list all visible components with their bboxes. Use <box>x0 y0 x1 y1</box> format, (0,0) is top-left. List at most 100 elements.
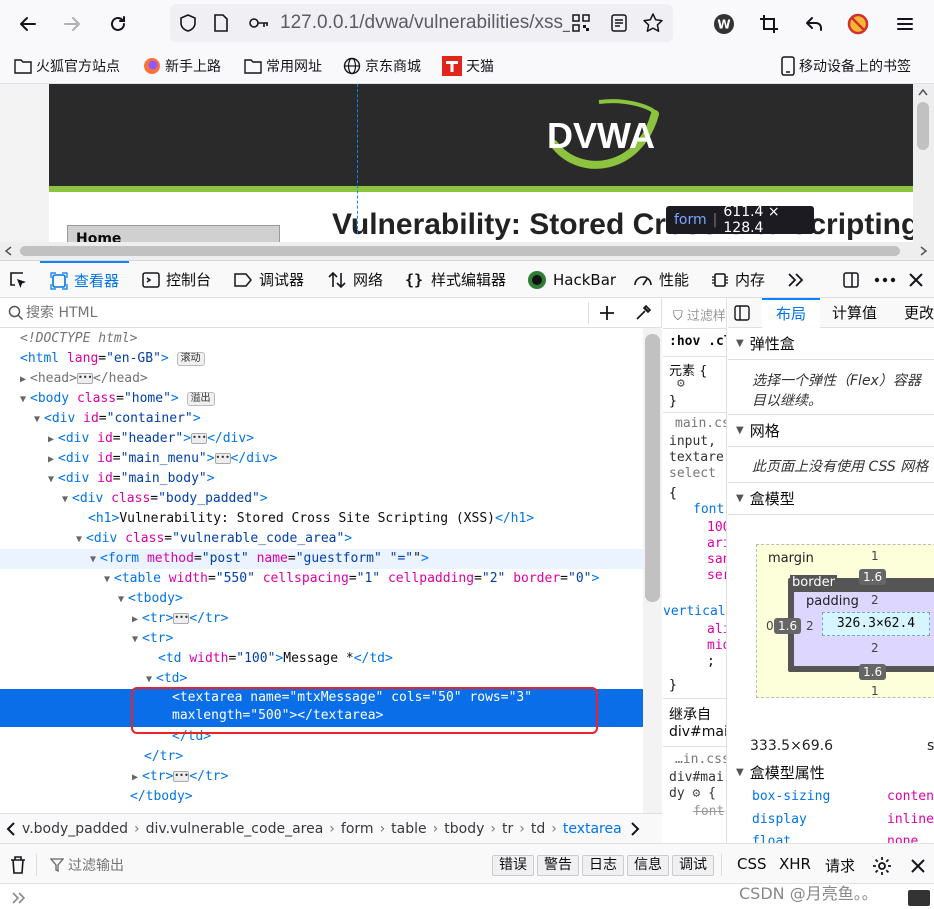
scroll-right-icon[interactable] <box>918 246 928 256</box>
html-search-input[interactable] <box>26 302 566 324</box>
vertical-scrollbar[interactable] <box>913 84 934 242</box>
rule-value[interactable]: 100 <box>707 520 726 535</box>
trash-icon[interactable] <box>9 855 27 875</box>
page-icon[interactable] <box>212 13 230 33</box>
reader-view-icon[interactable] <box>609 13 629 33</box>
overflow-badge[interactable]: 溢出 <box>186 391 215 406</box>
rule-property[interactable]: vertical <box>663 604 726 619</box>
tab-computed[interactable]: 计算值 <box>832 298 877 328</box>
crop-button[interactable] <box>754 9 784 39</box>
chevron-left-icon[interactable] <box>6 821 16 836</box>
margin-top-value[interactable]: 1 <box>871 549 879 563</box>
bookmark-item[interactable]: 常用网址 <box>244 56 322 76</box>
tree-node[interactable]: ▼ <tr> <box>0 629 643 649</box>
tab-changes[interactable]: 更改 <box>904 298 934 328</box>
breadcrumb-item[interactable]: div.vulnerable_code_area <box>146 821 324 837</box>
rule-value[interactable]: ali <box>707 622 726 637</box>
boxmodel-props-header[interactable]: ▼ 盒模型属性 <box>728 756 934 788</box>
border-left-value[interactable]: 1.6 <box>774 618 802 634</box>
qr-code-icon[interactable] <box>571 13 591 33</box>
hov-toggle[interactable]: :hov .cl <box>669 334 726 349</box>
bookmark-item[interactable]: 京东商城 <box>343 56 421 76</box>
rule-value[interactable]: ari <box>707 536 726 551</box>
boxmodel-section-header[interactable]: ▼ 盒模型 <box>728 483 934 515</box>
inherited-from[interactable]: div#mai <box>669 724 726 740</box>
close-devtools-button[interactable] <box>908 261 924 298</box>
bookmark-item[interactable]: 天猫 <box>442 56 494 76</box>
tree-node[interactable]: ▼ <table width="550" cellspacing="1" cell… <box>0 569 643 589</box>
tree-node[interactable]: <h1>Vulnerability: Stored Cross Site Scr… <box>0 509 643 529</box>
horizontal-scrollbar[interactable] <box>0 242 934 260</box>
grid-section-header[interactable]: ▼ 网格 <box>728 415 934 447</box>
close-icon[interactable] <box>910 858 926 874</box>
reload-button[interactable] <box>103 9 133 39</box>
blocker-extension-button[interactable] <box>843 9 873 39</box>
rule-value[interactable]: mid <box>707 638 726 653</box>
chevron-right-icon[interactable] <box>630 821 640 836</box>
gear-icon[interactable]: ⚙ <box>692 786 700 801</box>
filter-errors[interactable]: 错误 <box>492 855 534 876</box>
padding-top-value[interactable]: 2 <box>871 593 879 607</box>
undo-button[interactable] <box>799 9 829 39</box>
collapsed-ellipsis[interactable]: ••• <box>173 613 190 624</box>
tree-node[interactable]: ▶ <div id="main_menu">•••</div> <box>0 449 643 469</box>
rule-source[interactable]: main.cs <box>675 416 726 431</box>
collapsed-ellipsis[interactable]: ••• <box>76 373 93 384</box>
rule-value[interactable]: ser <box>707 568 726 583</box>
filter-info[interactable]: 信息 <box>627 855 669 876</box>
more-tools-button[interactable] <box>786 261 804 298</box>
console-filter-input[interactable] <box>68 855 368 877</box>
margin-left-value[interactable]: 0 <box>766 619 774 633</box>
breadcrumb-item[interactable]: tr <box>502 821 513 837</box>
tab-inspector[interactable]: 查看器 <box>40 261 130 298</box>
key-icon[interactable] <box>248 15 270 31</box>
tab-hackbar[interactable]: HackBar <box>527 261 616 298</box>
collapsed-ellipsis[interactable]: ••• <box>214 453 231 464</box>
breadcrumb-item[interactable]: v.body_padded <box>22 821 128 837</box>
box-model-content[interactable]: 326.3×62.4 <box>822 612 930 636</box>
tree-node[interactable]: ▼ <td> <box>0 669 643 689</box>
tree-node[interactable]: ▼ <div class="body_padded"> <box>0 489 643 509</box>
gear-icon[interactable] <box>872 856 892 876</box>
scroll-badge[interactable]: 滚动 <box>176 351 205 366</box>
devtools-options-button[interactable] <box>874 261 896 298</box>
rule-source[interactable]: …in.css <box>675 752 726 767</box>
prop-value[interactable]: conten <box>887 789 934 804</box>
back-button[interactable] <box>13 9 43 39</box>
flexbox-section-header[interactable]: ▼ 弹性盒 <box>728 328 934 360</box>
filter-xhr[interactable]: XHR <box>779 855 811 873</box>
tab-network[interactable]: 网络 <box>327 261 383 298</box>
add-node-icon[interactable] <box>598 304 616 322</box>
border-top-value[interactable]: 1.6 <box>859 569 887 585</box>
filter-warnings[interactable]: 警告 <box>537 855 579 876</box>
bookmark-item[interactable]: 新手上路 <box>143 56 221 76</box>
rule-value[interactable]: san <box>707 552 726 567</box>
breadcrumb-item[interactable]: table <box>391 821 426 837</box>
filter-requests[interactable]: 请求 <box>825 855 855 876</box>
breadcrumb-item-current[interactable]: textarea <box>563 821 622 837</box>
tree-node[interactable]: ▼ <form method="post" name="guestform" "=… <box>0 549 643 569</box>
margin-bottom-value[interactable]: 1 <box>871 684 879 698</box>
rule-property[interactable]: font <box>693 502 724 517</box>
menu-button[interactable] <box>890 9 920 39</box>
collapsed-ellipsis[interactable]: ••• <box>173 771 190 782</box>
mobile-bookmarks[interactable]: 移动设备上的书签 <box>781 56 911 76</box>
tree-node[interactable]: ▼ <div id="container"> <box>0 409 643 429</box>
tree-node[interactable]: </tr> <box>0 747 643 767</box>
tree-node[interactable]: ▶ <head>•••</head> <box>0 369 643 389</box>
tab-console[interactable]: 控制台 <box>142 261 211 298</box>
tree-node[interactable]: <td width="100">Message *</td> <box>0 649 643 669</box>
w-extension-button[interactable]: W <box>709 9 739 39</box>
tab-debugger[interactable]: 调试器 <box>233 261 304 298</box>
scroll-left-icon[interactable] <box>4 246 14 256</box>
bookmark-item[interactable]: 火狐官方站点 <box>14 56 120 76</box>
shield-icon[interactable] <box>178 13 198 33</box>
tree-node[interactable]: <html lang="en-GB"> 滚动 <box>0 349 643 369</box>
tree-node[interactable]: ▼ <div id="main_body"> <box>0 469 643 489</box>
filter-logs[interactable]: 日志 <box>582 855 624 876</box>
filter-debug[interactable]: 调试 <box>672 855 714 876</box>
markup-scroll-thumb[interactable] <box>645 334 660 602</box>
padding-bottom-value[interactable]: 2 <box>871 641 879 655</box>
tab-memory[interactable]: 内存 <box>711 261 765 298</box>
tab-style-editor[interactable]: {} 样式编辑器 <box>403 261 506 298</box>
